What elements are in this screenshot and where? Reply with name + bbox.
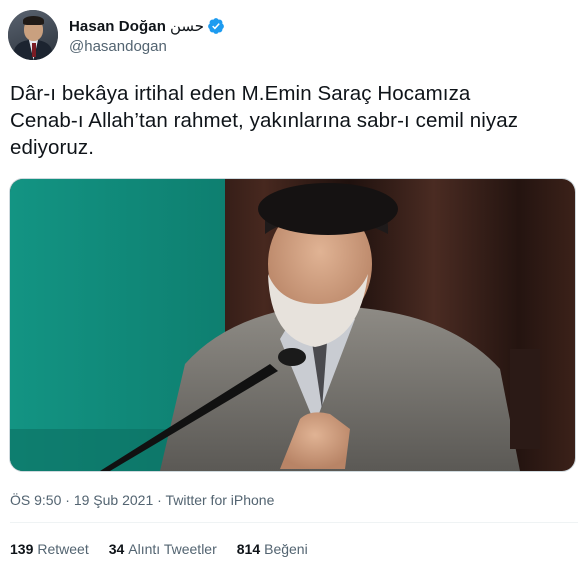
tweet-text: Dâr-ı bekâya irtihal eden M.Emin Saraç H… xyxy=(10,80,580,161)
likes-count: 814 xyxy=(236,541,261,557)
tweet-meta: ÖS 9:50 · 19 Şub 2021 · Twitter for iPho… xyxy=(10,492,274,508)
author-arabic-name[interactable]: حسن xyxy=(170,17,204,35)
tweet-text-line: ediyoruz. xyxy=(10,136,95,159)
author-display-name[interactable]: Hasan Doğan xyxy=(69,18,166,35)
tweet-stats: 139 Retweet 34 Alıntı Tweetler 814 Beğeni xyxy=(10,541,328,557)
verified-badge-icon xyxy=(208,18,224,34)
author-names: Hasan Doğan حسن @hasandogan xyxy=(69,16,225,55)
meta-separator: · xyxy=(61,492,74,508)
avatar[interactable] xyxy=(8,10,58,60)
tweet-source[interactable]: Twitter for iPhone xyxy=(165,492,274,508)
tweet-text-line: Cenab-ı Allah’tan rahmet, yakınlarına sa… xyxy=(10,109,519,132)
tweet-date[interactable]: 19 Şub 2021 xyxy=(74,492,153,508)
author-handle[interactable]: @hasandogan xyxy=(69,38,225,55)
retweets-label: Retweet xyxy=(37,541,89,557)
quotes-label: Alıntı Tweetler xyxy=(128,541,217,557)
meta-separator: · xyxy=(153,492,166,508)
tweet-photo[interactable] xyxy=(9,178,576,472)
tweet-time[interactable]: ÖS 9:50 xyxy=(10,492,61,508)
likes-label: Beğeni xyxy=(264,541,308,557)
tweet-header: Hasan Doğan حسن @hasandogan xyxy=(8,10,578,62)
retweets-count: 139 xyxy=(10,541,34,557)
tweet-text-line: Dâr-ı bekâya irtihal eden M.Emin Saraç H… xyxy=(10,82,471,105)
retweets-stat[interactable]: 139 Retweet xyxy=(10,541,89,557)
quotes-stat[interactable]: 34 Alıntı Tweetler xyxy=(109,541,217,557)
quotes-count: 34 xyxy=(108,541,125,557)
likes-stat[interactable]: 814 Beğeni xyxy=(237,541,308,557)
divider xyxy=(10,522,578,523)
